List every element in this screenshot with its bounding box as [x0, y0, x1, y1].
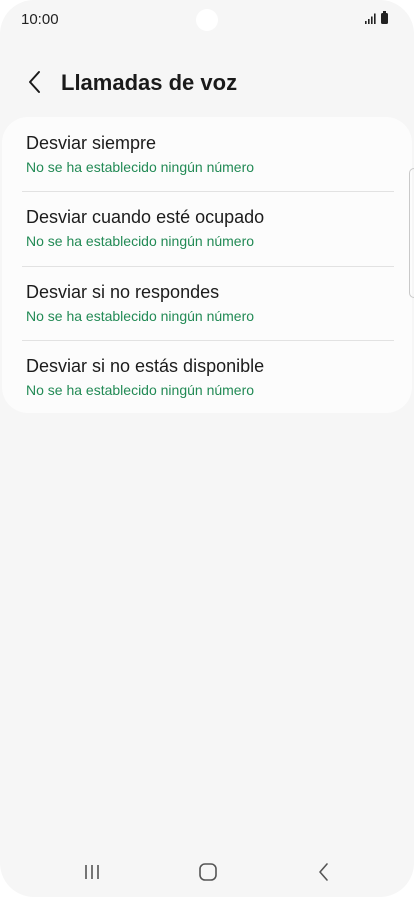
list-item-title: Desviar si no respondes — [26, 282, 220, 302]
list-item-forward-no-answer[interactable]: Desviar si no respondes No se ha estable… — [2, 266, 412, 340]
app-header: Llamadas de voz — [0, 60, 414, 106]
recent-apps-icon — [85, 865, 99, 879]
scroll-indicator[interactable] — [409, 168, 414, 298]
back-button[interactable] — [20, 66, 50, 98]
list-item-title: Desviar si no estás disponible — [26, 356, 265, 376]
recent-apps-button[interactable] — [72, 860, 112, 884]
list-item-forward-always[interactable]: Desviar siempre No se ha establecido nin… — [2, 117, 412, 191]
list-item-status: No se ha establecido ningún número — [26, 308, 255, 324]
chevron-left-icon — [29, 71, 40, 93]
list-item-title: Desviar siempre — [26, 133, 157, 153]
list-item-status: No se ha establecido ningún número — [26, 159, 255, 175]
home-button[interactable] — [188, 860, 228, 884]
phone-screen: 10:00 Llamadas de voz Desviar siempre No… — [0, 0, 414, 897]
camera-cutout — [196, 9, 218, 31]
battery-icon — [381, 11, 388, 24]
signal-icon — [365, 13, 376, 24]
status-bar: 10:00 — [0, 0, 414, 40]
nav-back-button[interactable] — [304, 860, 344, 884]
status-time: 10:00 — [21, 11, 59, 28]
status-icons — [365, 11, 388, 24]
navigation-bar — [0, 848, 414, 896]
page-title: Llamadas de voz — [61, 70, 238, 95]
list-item-status: No se ha establecido ningún número — [26, 382, 255, 398]
list-item-status: No se ha establecido ningún número — [26, 233, 255, 249]
back-icon — [319, 863, 328, 881]
list-item-forward-busy[interactable]: Desviar cuando esté ocupado No se ha est… — [2, 191, 412, 265]
list-item-forward-unavailable[interactable]: Desviar si no estás disponible No se ha … — [2, 340, 412, 414]
list-item-title: Desviar cuando esté ocupado — [26, 207, 265, 227]
home-icon — [199, 863, 217, 881]
forwarding-options-card: Desviar siempre No se ha establecido nin… — [2, 117, 412, 413]
